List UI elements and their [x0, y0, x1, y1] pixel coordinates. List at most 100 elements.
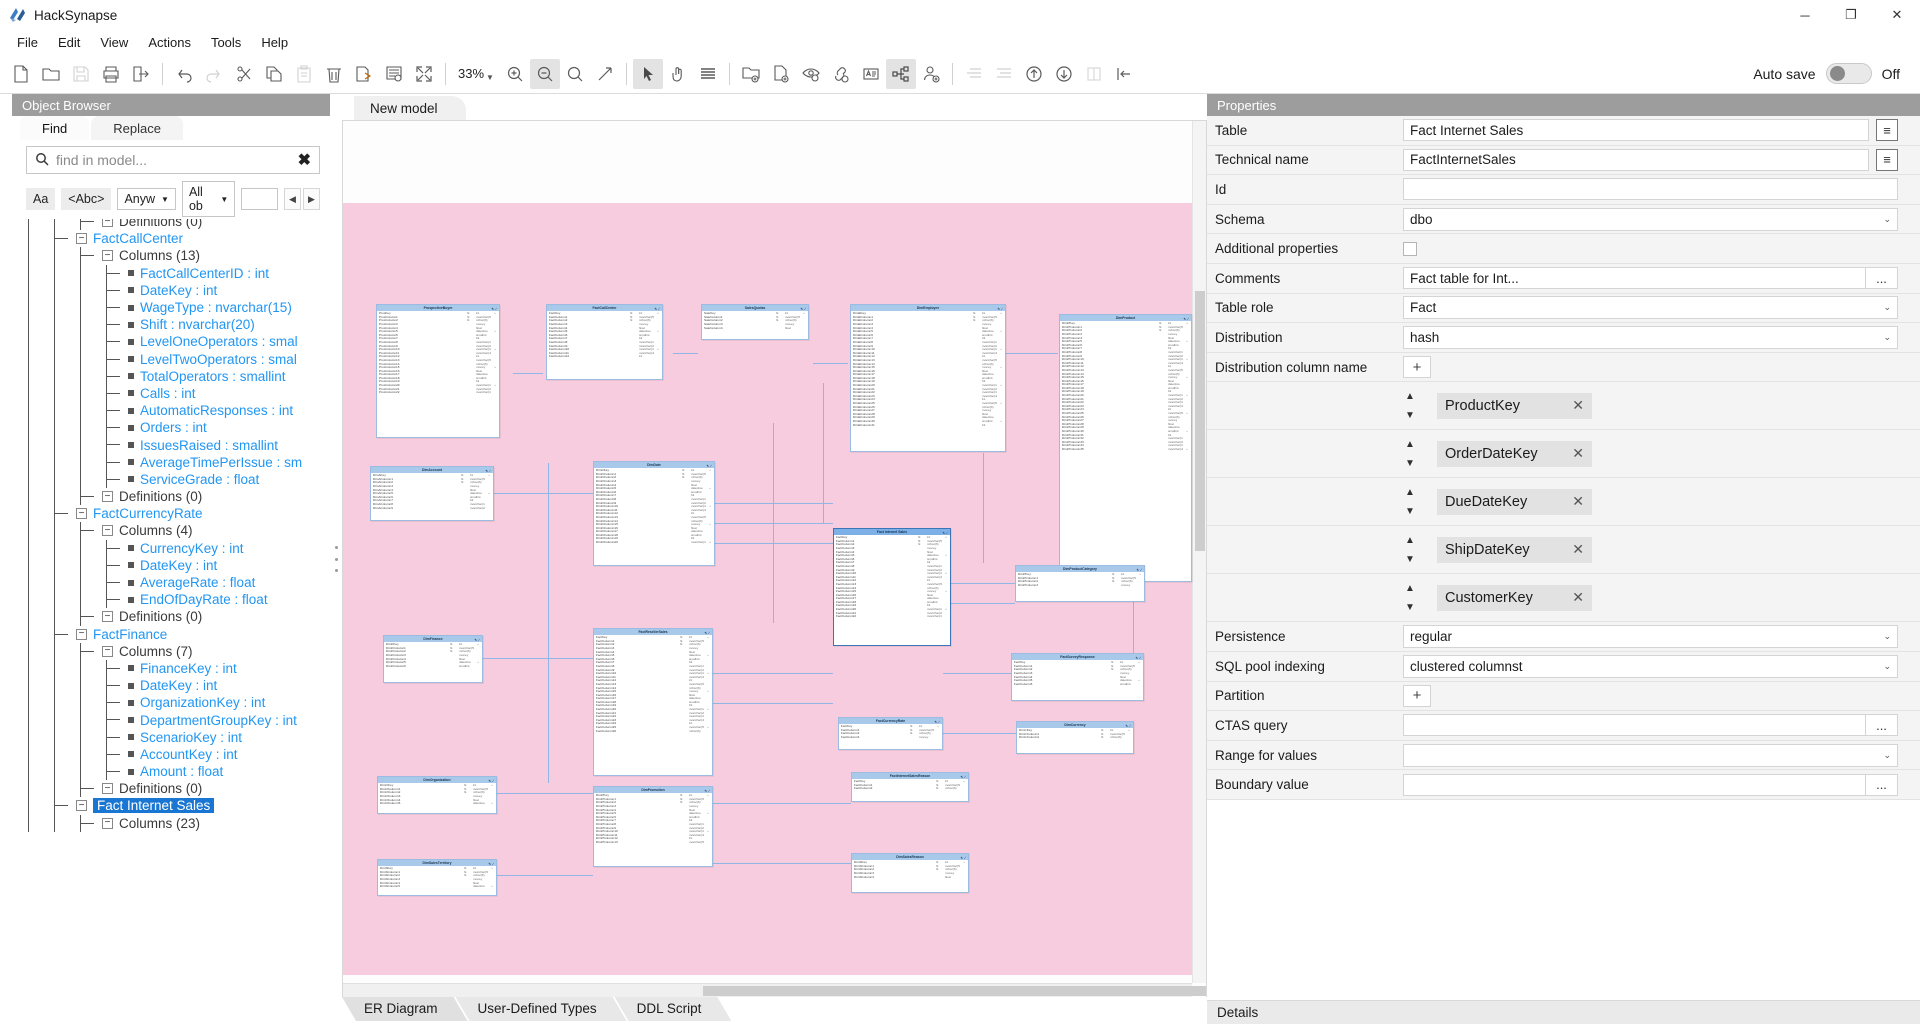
cut-icon[interactable] — [229, 59, 259, 89]
er-table-edit-icon[interactable]: ✎ ⟋ — [961, 855, 966, 861]
key-reorder-spinner[interactable]: ▲ ▼ — [1397, 487, 1423, 517]
vertical-scroll-thumb[interactable] — [1195, 291, 1205, 551]
property-text-input[interactable]: Fact table for Int... — [1403, 267, 1866, 290]
property-select[interactable]: regular ⌄ — [1403, 625, 1898, 649]
tree-group-node[interactable]: − Columns (4) — [12, 522, 330, 540]
move-down-icon[interactable]: ▼ — [1405, 554, 1415, 565]
er-table-edit-icon[interactable]: ✎ ⟋ — [935, 719, 940, 725]
delete-icon[interactable] — [319, 59, 349, 89]
tree-column-node[interactable]: FactCallCenterID : int — [12, 264, 330, 282]
zoom-expand-icon[interactable] — [590, 59, 620, 89]
open-folder-icon[interactable] — [36, 59, 66, 89]
tree-column-node[interactable]: Orders : int — [12, 419, 330, 437]
find-next-button[interactable]: ▶ — [303, 188, 320, 210]
tree-column-node[interactable]: DateKey : int — [12, 677, 330, 695]
save-icon[interactable] — [66, 59, 96, 89]
property-dialog-button[interactable]: ... — [1866, 773, 1898, 796]
remove-key-icon[interactable]: ✕ — [1572, 397, 1584, 414]
undo-icon[interactable] — [169, 59, 199, 89]
er-table-box[interactable]: FactCurrencyRate ✎ ⟋ FactKey fk int + FactColu… — [838, 717, 943, 750]
property-menu-button[interactable]: ≡ — [1876, 148, 1898, 171]
tree-column-node[interactable]: Calls : int — [12, 384, 330, 403]
move-up-icon[interactable]: ▲ — [1405, 487, 1415, 498]
tree-column-node[interactable]: IssuesRaised : smallint — [12, 436, 330, 454]
report-icon[interactable] — [379, 59, 409, 89]
key-reorder-spinner[interactable]: ▲ ▼ — [1397, 583, 1423, 613]
tab-ddl-script[interactable]: DDL Script — [615, 997, 732, 1021]
er-table-edit-icon[interactable]: ✎ ⟋ — [1126, 723, 1131, 729]
whole-word-button[interactable]: <Abc> — [61, 188, 112, 210]
match-case-button[interactable]: Aa — [26, 188, 56, 210]
er-table-edit-icon[interactable]: ✎ ⟋ — [801, 306, 806, 312]
er-table-box[interactable]: DimAccount ✎ ⟋ DimAKey fk int + DimAColumn1 fk n… — [370, 466, 494, 521]
menu-edit[interactable]: Edit — [49, 32, 89, 53]
canvas-vertical-scrollbar[interactable] — [1192, 121, 1206, 983]
er-table-box[interactable]: DimCurrency ✎ ⟋ DimCKey fk int + DimCColumn1 fk… — [1016, 721, 1134, 754]
tree-column-node[interactable]: WageType : nvarchar(15) — [12, 298, 330, 317]
tab-er-diagram[interactable]: ER Diagram — [342, 997, 468, 1021]
tree-column-node[interactable]: Amount : float — [12, 763, 330, 781]
tree-column-node[interactable]: LevelTwoOperators : smal — [12, 350, 330, 368]
tree-expander-icon[interactable]: − — [102, 611, 113, 623]
er-table-box[interactable]: FactCallCenter ✎ ⟋ FactKey fk int + FactColumn… — [546, 304, 663, 380]
er-table-edit-icon[interactable]: ✎ ⟋ — [961, 774, 966, 780]
er-table-box[interactable]: DimOrganization ✎ ⟋ DimOKey fk int + DimOColum… — [377, 776, 497, 814]
copy-icon[interactable] — [259, 59, 289, 89]
er-table-edit-icon[interactable]: ✎ ⟋ — [486, 468, 491, 474]
tree-expander-icon[interactable]: − — [102, 250, 113, 262]
move-down-icon[interactable] — [1049, 59, 1079, 89]
move-down-icon[interactable]: ▼ — [1405, 410, 1415, 421]
paste-icon[interactable] — [289, 59, 319, 89]
er-canvas[interactable]: ProspectiveBuyer ✎ ⟋ ProsKey fk int + ProsColu… — [342, 120, 1207, 997]
er-table-edit-icon[interactable]: ✎ ⟋ — [489, 778, 494, 784]
move-up-icon[interactable] — [1019, 59, 1049, 89]
tree-table-node[interactable]: − FactCurrencyRate — [12, 505, 330, 523]
indent-less-icon[interactable] — [959, 59, 989, 89]
er-table-edit-icon[interactable]: ✎ ⟋ — [1137, 567, 1142, 573]
zoom-in-icon[interactable] — [500, 59, 530, 89]
add-user-icon[interactable] — [916, 59, 946, 89]
tree-column-node[interactable]: LevelOneOperators : smal — [12, 333, 330, 351]
search-input[interactable]: find in model... ✖ — [26, 146, 320, 174]
tree-column-node[interactable]: AverageTimePerIssue : sm — [12, 453, 330, 471]
move-down-icon[interactable]: ▼ — [1405, 458, 1415, 469]
tree-expander-icon[interactable]: − — [76, 800, 87, 812]
property-text-input[interactable] — [1403, 773, 1866, 796]
new-file-icon[interactable] — [6, 59, 36, 89]
tree-column-node[interactable]: Shift : nvarchar(20) — [12, 316, 330, 334]
er-table-box[interactable]: DimDate ✎ ⟋ DimDKey fk int + DimDColumn1 fk nvar… — [593, 461, 715, 566]
distribution-key-chip[interactable]: DueDateKey ✕ — [1437, 488, 1592, 515]
tab-replace[interactable]: Replace — [91, 116, 183, 140]
tree-column-node[interactable]: ScenarioKey : int — [12, 728, 330, 746]
paste-special-icon[interactable] — [349, 59, 379, 89]
property-text-input[interactable] — [1403, 178, 1898, 201]
move-down-icon[interactable]: ▼ — [1405, 602, 1415, 613]
link-icon[interactable] — [826, 59, 856, 89]
move-down-icon[interactable]: ▼ — [1405, 506, 1415, 517]
er-table-box[interactable]: ProspectiveBuyer ✎ ⟋ ProsKey fk int + ProsColu… — [376, 304, 500, 438]
property-select[interactable]: Fact ⌄ — [1403, 296, 1898, 320]
move-up-icon[interactable]: ▲ — [1405, 535, 1415, 546]
property-dialog-button[interactable]: ... — [1866, 267, 1898, 290]
property-text-input[interactable]: Fact Internet Sales — [1403, 119, 1869, 142]
move-up-icon[interactable]: ▲ — [1405, 439, 1415, 450]
scope-select[interactable]: Anyw ▼ — [117, 188, 176, 210]
tree-expander-icon[interactable]: − — [102, 817, 113, 829]
tree-column-node[interactable]: TotalOperators : smallint — [12, 367, 330, 385]
er-table-box[interactable]: DimEmployee ✎ ⟋ DimEKey fk int + DimEColumn1 fk… — [850, 304, 1006, 452]
tree-column-node[interactable]: EndOfDayRate : float — [12, 591, 330, 609]
property-select[interactable]: dbo ⌄ — [1403, 207, 1898, 231]
tree-column-node[interactable]: FinanceKey : int — [12, 659, 330, 678]
new-diagram-icon[interactable] — [766, 59, 796, 89]
details-bar[interactable]: Details — [1207, 1000, 1920, 1024]
object-filter-select[interactable]: All ob ▼ — [181, 181, 236, 217]
property-checkbox[interactable] — [1403, 241, 1417, 256]
er-table-edit-icon[interactable]: ✎ ⟋ — [489, 861, 494, 867]
er-table-edit-icon[interactable]: ✎ ⟋ — [705, 630, 710, 636]
er-table-box[interactable]: DimSalesTerritory ✎ ⟋ DimSKey fk int + DimSCol… — [377, 859, 497, 896]
tree-column-node[interactable]: OrganizationKey : int — [12, 694, 330, 712]
zoom-out-icon[interactable] — [529, 58, 560, 89]
pan-hand-icon[interactable] — [663, 59, 693, 89]
annotation-icon[interactable] — [856, 59, 886, 89]
distribution-key-chip[interactable]: ProductKey ✕ — [1437, 392, 1592, 419]
